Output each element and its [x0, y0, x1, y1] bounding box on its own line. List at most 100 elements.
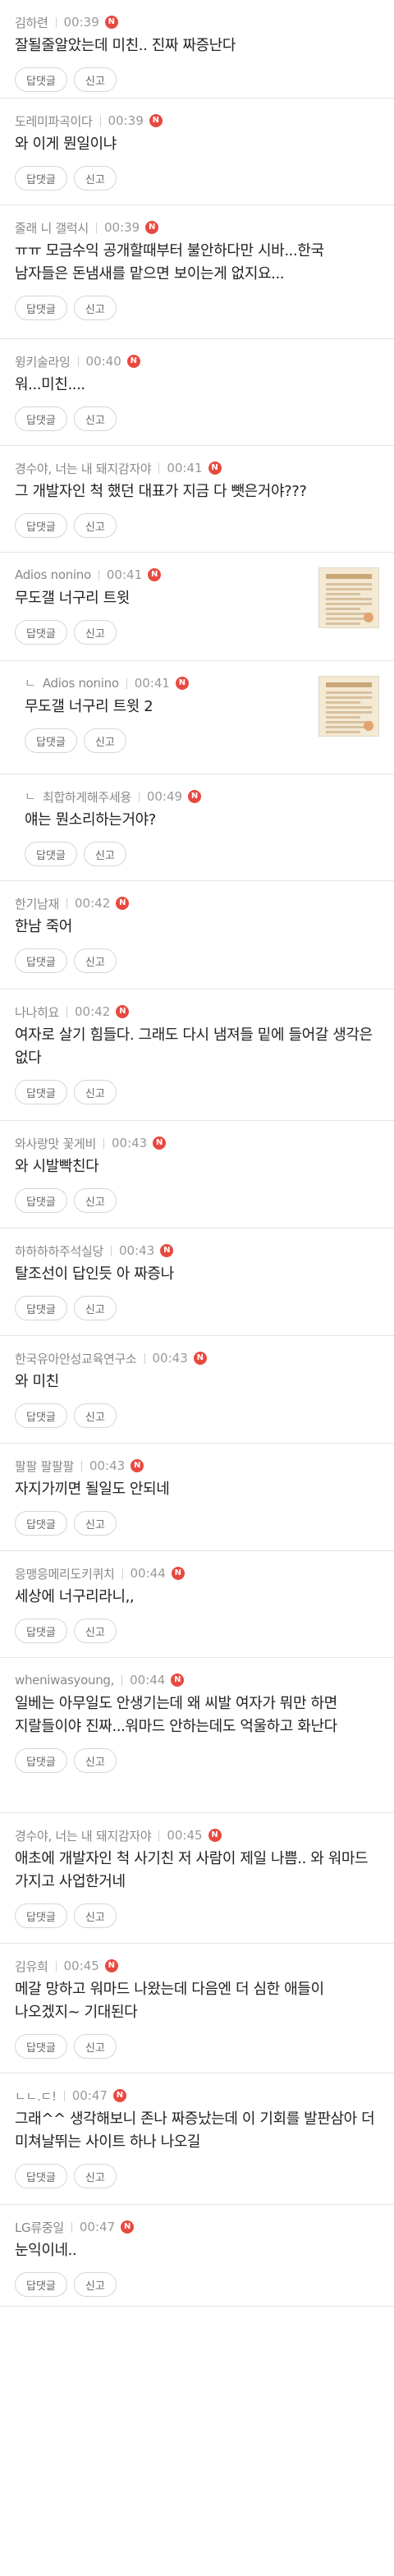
author-name[interactable]: 윙키술라잉 — [15, 353, 71, 370]
report-button[interactable]: 신고 — [73, 1619, 117, 1643]
report-button[interactable]: 신고 — [73, 1188, 117, 1213]
comment-meta: ㄴ 최합하게해주세용 00:49 N — [25, 787, 379, 806]
author-name[interactable]: 김유희 — [15, 1958, 48, 1975]
meta-divider — [66, 898, 68, 909]
comment-content: 경수야, 너는 내 돼지감자야 00:45 N 애초에 개발자인 척 사기친 저 사람… — [15, 1826, 379, 1928]
reply-button[interactable]: 답댓글 — [15, 296, 67, 320]
author-name[interactable]: 최합하게해주세용 — [43, 788, 131, 806]
new-badge: N — [116, 1005, 130, 1018]
reply-comment: ㄴ 최합하게해주세용 00:49 N 얘는 뭔소리하는거야? 답댓글 신고 — [0, 774, 394, 881]
report-button[interactable]: 신고 — [73, 1511, 117, 1536]
author-name[interactable]: 팔팔 팔팔팔 — [15, 1458, 74, 1475]
author-name[interactable]: 경수야, 너는 내 돼지감자야 — [15, 460, 152, 477]
author-name[interactable]: 와사랑맛 꽃게비 — [15, 1135, 96, 1152]
comment-actions: 답댓글 신고 — [15, 513, 379, 538]
comment-text: 자지가끼면 될일도 안되네 — [15, 1481, 170, 1498]
report-button[interactable]: 신고 — [73, 1080, 117, 1104]
comment-content: ㄴ 최합하게해주세용 00:49 N 얘는 뭔소리하는거야? 답댓글 신고 — [25, 787, 379, 866]
reply-button[interactable]: 답댓글 — [15, 67, 67, 92]
comment-meta: 김하련 00:39 N — [15, 13, 379, 31]
comment-meta: 도레미파곡이다 00:39 N — [15, 112, 379, 130]
report-button[interactable]: 신고 — [73, 166, 117, 191]
reply-button[interactable]: 답댓글 — [15, 1903, 67, 1928]
author-name[interactable]: 응맹응메리도키퀴치 — [15, 1565, 115, 1582]
thumbnail-text-line — [326, 583, 372, 585]
comment-meta: 경수야, 너는 내 돼지감자야 00:45 N — [15, 1826, 379, 1844]
reply-button[interactable]: 답댓글 — [25, 728, 77, 753]
report-button[interactable]: 신고 — [73, 1903, 117, 1928]
new-badge: N — [208, 1829, 222, 1842]
comment-content: 한기남재 00:42 N 한남 죽어 답댓글 신고 — [15, 894, 379, 973]
reply-button[interactable]: 답댓글 — [15, 2164, 67, 2188]
report-button[interactable]: 신고 — [83, 842, 126, 866]
comment-item: 와사랑맛 꽃게비 00:43 N 와 시발빡친다 답댓글 신고 — [0, 1121, 394, 1228]
report-button[interactable]: 신고 — [73, 948, 117, 973]
attachment-thumbnail[interactable] — [318, 567, 379, 628]
reply-button[interactable]: 답댓글 — [15, 948, 67, 973]
reply-button[interactable]: 답댓글 — [15, 513, 67, 538]
comment-meta: 하하하하주석실당 00:43 N — [15, 1242, 379, 1260]
author-name[interactable]: wheniwasyoung, — [15, 1673, 114, 1687]
reply-button[interactable]: 답댓글 — [15, 1080, 67, 1104]
reply-button[interactable]: 답댓글 — [15, 1511, 67, 1536]
comment-content: 팔팔 팔팔팔 00:43 N 자지가끼면 될일도 안되네 답댓글 신고 — [15, 1457, 379, 1536]
report-button[interactable]: 신고 — [73, 1296, 117, 1320]
author-name[interactable]: 경수야, 너는 내 돼지감자야 — [15, 1827, 152, 1844]
report-button[interactable]: 신고 — [83, 728, 126, 753]
comment-text: 와 미친 — [15, 1373, 59, 1390]
reply-button[interactable]: 답댓글 — [15, 406, 67, 431]
reply-button[interactable]: 답댓글 — [15, 620, 67, 645]
comment-content: LG류중일 00:47 N 눈익이네.. 답댓글 신고 — [15, 2218, 379, 2297]
reply-button[interactable]: 답댓글 — [25, 842, 77, 866]
report-button[interactable]: 신고 — [73, 406, 117, 431]
attachment-thumbnail[interactable] — [318, 676, 379, 737]
reply-button[interactable]: 답댓글 — [15, 1188, 67, 1213]
comment-meta: ㄴ Adios nonino 00:41 N — [25, 674, 305, 692]
thumbnail-text-line — [326, 731, 360, 733]
meta-divider — [98, 569, 99, 581]
report-button[interactable]: 신고 — [73, 1403, 117, 1428]
reply-button[interactable]: 답댓글 — [15, 1296, 67, 1320]
author-name[interactable]: Adios nonino — [43, 676, 119, 691]
author-name[interactable]: 하하하하주석실당 — [15, 1242, 103, 1260]
report-button[interactable]: 신고 — [73, 67, 117, 92]
comment-item: 하하하하주석실당 00:43 N 탈조선이 답인듯 아 짜증나 답댓글 신고 — [0, 1228, 394, 1336]
reply-button[interactable]: 답댓글 — [15, 2272, 67, 2297]
reply-button[interactable]: 답댓글 — [15, 1748, 67, 1773]
report-button[interactable]: 신고 — [73, 2164, 117, 2188]
author-name[interactable]: 줄래 니 갤럭시 — [15, 219, 89, 236]
author-name[interactable]: Adios nonino — [15, 567, 91, 582]
new-badge: N — [188, 790, 202, 803]
reply-button[interactable]: 답댓글 — [15, 2034, 67, 2059]
reply-button[interactable]: 답댓글 — [15, 1403, 67, 1428]
report-button[interactable]: 신고 — [73, 2034, 117, 2059]
comment-item: 팔팔 팔팔팔 00:43 N 자지가끼면 될일도 안되네 답댓글 신고 — [0, 1444, 394, 1551]
meta-divider — [71, 2221, 72, 2233]
author-name[interactable]: ㄴㄴ.ㄷ! — [15, 2087, 57, 2105]
comment-time: 00:41 — [106, 567, 143, 582]
new-badge: N — [126, 355, 140, 368]
comment-time: 00:43 — [89, 1458, 126, 1473]
author-name[interactable]: 한국유아안성교육연구소 — [15, 1350, 137, 1367]
reply-button[interactable]: 답댓글 — [15, 166, 67, 191]
author-name[interactable]: 김하련 — [15, 14, 48, 31]
new-badge: N — [104, 1959, 118, 1972]
report-button[interactable]: 신고 — [73, 2272, 117, 2297]
author-name[interactable]: LG류중일 — [15, 2219, 64, 2236]
comment-actions: 답댓글 신고 — [15, 2272, 379, 2297]
report-button[interactable]: 신고 — [73, 620, 117, 645]
author-name[interactable]: 도레미파곡이다 — [15, 112, 93, 130]
author-name[interactable]: 한기남재 — [15, 895, 59, 912]
report-button[interactable]: 신고 — [73, 296, 117, 320]
reply-button[interactable]: 답댓글 — [15, 1619, 67, 1643]
comment-meta: 한기남재 00:42 N — [15, 894, 379, 912]
meta-divider — [99, 115, 101, 126]
author-name[interactable]: 나나히요 — [15, 1003, 59, 1021]
report-button[interactable]: 신고 — [73, 1748, 117, 1773]
thumbnail-text-line — [326, 701, 360, 704]
comment-item: 나나히요 00:42 N 여자로 살기 힘들다. 그래도 다시 냄져들 밑에 들어갈 … — [0, 990, 394, 1121]
comment-text: 무도갤 너구리 트윗 2 — [25, 698, 153, 715]
thumbnail-text-line — [326, 711, 372, 714]
report-button[interactable]: 신고 — [73, 513, 117, 538]
comment-content: 와사랑맛 꽃게비 00:43 N 와 시발빡친다 답댓글 신고 — [15, 1134, 379, 1213]
